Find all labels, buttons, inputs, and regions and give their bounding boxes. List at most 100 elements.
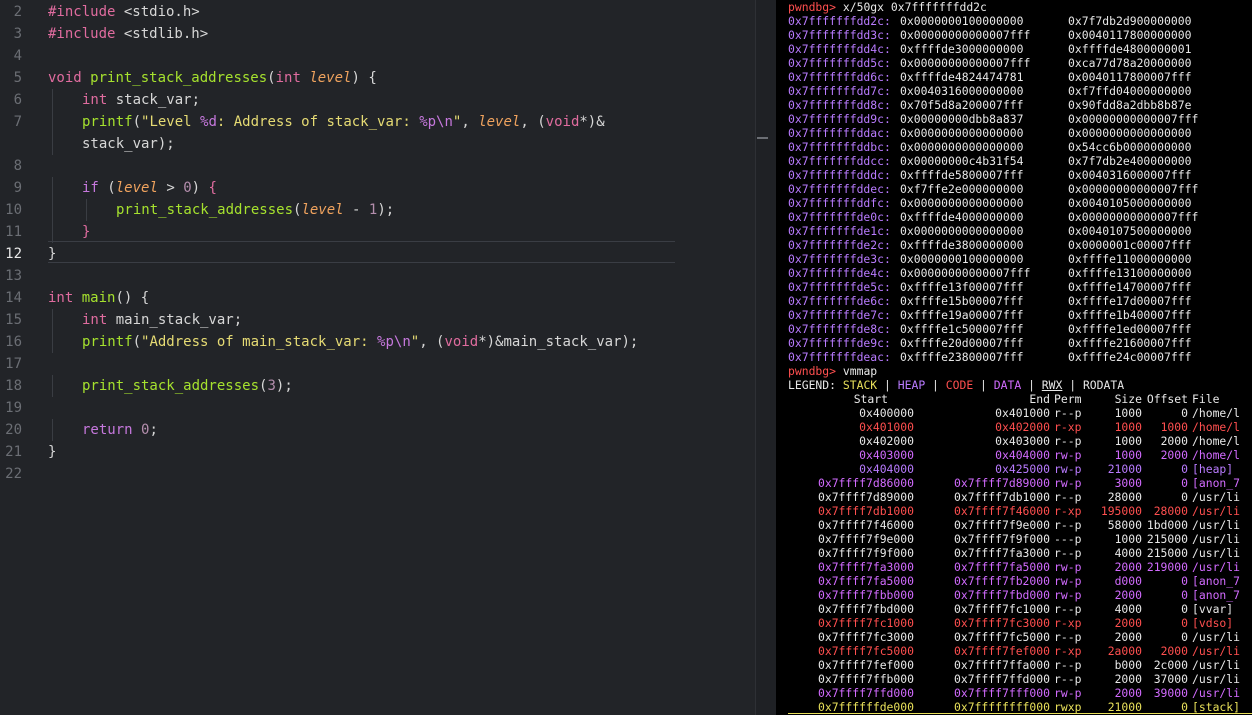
code-token: ( [132,334,142,350]
region-offset: 0 [1181,490,1188,504]
line-number: 20 [5,422,22,438]
code-token: int [82,312,116,328]
code-line[interactable]: 20 return 0; [0,419,755,441]
memory-address: 0x7fffffffde8c: [788,322,891,336]
memory-row: 0x7fffffffdd7c: 0x0040316000000000 0xf7ffd… [788,84,1252,98]
code-line[interactable]: 16 printf("Address of main_stack_var: %p\… [0,331,755,353]
code-line[interactable]: 19 [0,397,755,419]
code-text: #include <stdio.h> [48,1,200,23]
code-token: ( [267,70,276,86]
vmmap-row: 0x7ffffffde000 0x7ffffffff000 rwxp 21000 0 [s… [788,700,1252,714]
memory-row: 0x7fffffffddbc: 0x0000000000000000 0x54cc6… [788,140,1252,154]
indent-guide [52,89,53,111]
region-offset: 0 [1181,700,1188,714]
code-token: %p\n [419,114,453,130]
code-token: printf [82,114,133,130]
code-line[interactable]: 5 void print_stack_addresses(int level) { [0,67,755,89]
region-offset: 39000 [1153,686,1188,700]
command-line: pwndbg> x/50gx 0x7fffffffdd2c [788,0,987,14]
line-number: 19 [5,400,22,416]
region-file: /home/l [1192,406,1241,420]
code-line[interactable]: stack_var); [0,133,755,155]
region-offset: 215000 [1146,532,1188,546]
memory-value: 0xffffe13f00007fff [900,280,1024,294]
code-line[interactable]: 15 int main_stack_var; [0,309,755,331]
code-line[interactable]: 21} [0,441,755,463]
memory-value: 0x00000000000007fff [900,56,1031,70]
code-line[interactable]: 9 if (level > 0) { [0,177,755,199]
memory-value: 0xf7ffd04000000000 [1068,84,1192,98]
indent-guide [52,133,53,155]
code-line[interactable]: 4 [0,45,755,67]
code-token: , ( [419,334,445,350]
memory-value: 0x0000000100000000 [900,252,1024,266]
legend-entry: HEAP [897,378,926,392]
code-line[interactable]: 14 int main() { [0,287,755,309]
line-number: 18 [5,378,22,394]
code-token: ); [275,378,293,394]
code-token: %p\n [377,334,411,350]
memory-value: 0x7f7db2d900000000 [1068,14,1192,28]
vmmap-row: 0x7ffff7f9f000 0x7ffff7fa3000 r--p 4000 2150… [788,546,1252,560]
vmmap-row: 0x7ffff7fbb000 0x7ffff7fbd000 rw-p 2000 0 [an… [788,588,1252,602]
pane-divider[interactable] [755,0,756,715]
code-token: *)& [579,114,605,130]
code-line[interactable]: 6 int stack_var; [0,89,755,111]
current-line-highlight [48,262,675,263]
code-line[interactable]: 2 #include <stdio.h> [0,1,755,23]
code-line[interactable]: 11} [0,221,755,243]
vmmap-row: 0x401000 0x402000 r-xp 1000 1000/home/l [788,420,1252,434]
legend-label: LEGEND: [788,378,843,392]
code-line[interactable]: 18 print_stack_addresses(3); [0,375,755,397]
vmmap-row: 0x7ffff7fc3000 0x7ffff7fc5000 r--p 2000 0/us… [788,630,1252,644]
scrollbar-marker[interactable] [757,137,768,139]
memory-value: 0x54cc6b0000000000 [1068,140,1192,154]
code-editor[interactable]: 2 #include <stdio.h> 3 #include <stdlib.h> 4… [0,0,755,715]
code-token: return [82,422,142,438]
code-line[interactable]: 8 [0,155,755,177]
code-text: print_stack_addresses(level - 1); [116,199,394,221]
code-token: #include [48,4,124,20]
memory-value: 0x0000000000000000 [900,224,1024,238]
code-line[interactable]: 7 printf("Level %d: Address of stack_var:… [0,111,755,133]
code-text: print_stack_addresses(3); [82,375,293,397]
code-line[interactable]: 10 print_stack_addresses(level - 1); [0,199,755,221]
region-file: [heap] [1192,462,1234,476]
code-token: 3 [267,378,276,394]
memory-value: 0xffffde5800007fff [900,168,1024,182]
region-file: /usr/li [1192,686,1241,700]
code-token: <stdio.h> [123,4,200,20]
memory-row: 0x7fffffffde7c: 0xffffe19a00007fff 0xffffe… [788,308,1252,322]
code-token: if [82,180,108,196]
code-line[interactable]: 3 #include <stdlib.h> [0,23,755,45]
indent-guide [52,375,53,397]
code-token: ) [191,180,209,196]
memory-row: 0x7fffffffdeac: 0xffffe23800007fff 0xffffe… [788,350,1252,364]
legend-entry: CODE [945,378,974,392]
line-number: 21 [5,444,22,460]
vmmap-row: 0x402000 0x403000 r--p 1000 2000/home/l [788,434,1252,448]
vmmap-row: 0x404000 0x425000 rw-p 21000 0 [heap] [788,462,1252,476]
memory-value: 0xf7ffe2e000000000 [900,182,1024,196]
code-token: main_stack_var; [115,312,243,328]
line-number: 13 [5,268,22,284]
current-line-highlight [48,241,675,242]
line-number: 11 [5,224,22,240]
terminal-pane[interactable]: pwndbg> x/50gx 0x7fffffffdd2c 0x7fffffffd… [776,0,1252,715]
memory-value: 0xffffde3000000000 [900,42,1024,56]
code-line[interactable]: 17 [0,353,755,375]
memory-value: 0xffffe20d00007fff [900,336,1024,350]
code-token: void [48,70,91,86]
memory-row: 0x7fffffffddfc: 0x0000000000000000 0x00401… [788,196,1252,210]
code-line[interactable]: 13 [0,265,755,287]
code-token: } [48,444,57,460]
region-file: /usr/li [1192,532,1241,546]
code-token: ( [107,180,116,196]
memory-row: 0x7fffffffde9c: 0xffffe20d00007fff 0xffffe… [788,336,1252,350]
region-file: /usr/li [1192,630,1241,644]
code-line[interactable]: 22 [0,463,755,485]
memory-row: 0x7fffffffde5c: 0xffffe13f00007fff 0xffffe… [788,280,1252,294]
memory-address: 0x7fffffffdd4c: [788,42,891,56]
code-token: print_stack_addresses [116,202,294,218]
memory-value: 0xffffe1c500007fff [900,322,1024,336]
